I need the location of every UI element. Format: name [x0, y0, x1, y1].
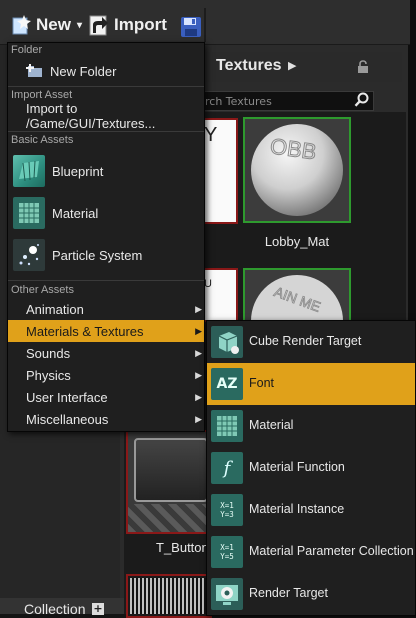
menu-item-label: Material	[52, 206, 99, 221]
breadcrumb-chevron-icon[interactable]: ▶	[288, 59, 296, 72]
menu-item-label: Particle System	[52, 248, 143, 263]
menu-item-material-function[interactable]: f Material Function	[207, 447, 415, 489]
menu-item-label: Miscellaneous	[26, 411, 109, 427]
material-instance-icon: X=1 Y=3	[211, 494, 243, 526]
asset-tile-label: Lobby_Mat	[243, 234, 351, 252]
menu-item-material[interactable]: Material	[207, 405, 415, 447]
menu-item-particle-system[interactable]: Particle System	[8, 236, 204, 274]
menu-item-physics[interactable]: Physics ▶	[8, 364, 204, 386]
add-collection-icon[interactable]: +	[92, 603, 104, 615]
material-sphere-preview: OBB	[245, 119, 349, 221]
menu-item-label: Font	[249, 376, 275, 390]
asset-thumbnail-font[interactable]	[126, 574, 212, 618]
menu-item-label: Material Function	[249, 460, 345, 474]
menu-item-new-folder[interactable]: New Folder	[8, 60, 204, 82]
materials-textures-submenu: Cube Render Target AZ Font Material f Ma…	[206, 320, 416, 616]
asset-tile-label: T_Button	[126, 540, 209, 558]
section-header-basic-assets: Basic Assets	[11, 134, 74, 146]
toolbar-divider	[204, 8, 206, 42]
submenu-arrow-icon: ▶	[195, 392, 202, 402]
menu-item-label: Blueprint	[52, 164, 104, 179]
new-button[interactable]: New ▾	[10, 12, 82, 38]
material-function-glyph: f	[223, 457, 231, 479]
asset-label-t-button: T_Button	[156, 540, 209, 555]
save-icon	[181, 17, 201, 37]
import-button-label: Import	[114, 15, 167, 34]
search-icon[interactable]	[354, 92, 370, 108]
new-asset-icon	[12, 15, 31, 35]
menu-item-label: New Folder	[50, 63, 117, 79]
menu-item-miscellaneous[interactable]: Miscellaneous ▶	[8, 408, 204, 430]
material-icon	[13, 197, 45, 229]
menu-item-label: Render Target	[249, 586, 328, 600]
new-button-label: New	[36, 15, 71, 34]
menu-item-material-parameter-collection[interactable]: X=1 Y=5 Material Parameter Collection	[207, 531, 415, 573]
menu-item-label: Sounds	[26, 345, 71, 361]
menu-item-material[interactable]: Material	[8, 194, 204, 232]
material-parameter-glyph: X=1 Y=5	[220, 543, 234, 561]
submenu-arrow-icon: ▶	[195, 414, 202, 424]
breadcrumb-folder[interactable]: Textures	[216, 57, 282, 75]
menu-item-label: Material	[249, 418, 294, 432]
submenu-arrow-icon: ▶	[195, 304, 202, 314]
menu-separator	[8, 131, 204, 132]
menu-item-material-instance[interactable]: X=1 Y=3 Material Instance	[207, 489, 415, 531]
menu-separator	[8, 86, 204, 87]
font-atlas-preview	[130, 578, 208, 614]
collections-label[interactable]: Collection	[24, 601, 85, 617]
import-icon	[89, 15, 108, 36]
particle-system-icon	[13, 239, 45, 271]
menu-item-label: Materials & Textures	[26, 323, 144, 339]
menu-item-blueprint[interactable]: Blueprint	[8, 152, 204, 190]
menu-item-materials-textures[interactable]: Materials & Textures ▶	[8, 320, 204, 342]
submenu-arrow-icon: ▶	[195, 326, 202, 336]
menu-item-user-interface[interactable]: User Interface ▶	[8, 386, 204, 408]
menu-item-label: User Interface	[26, 389, 108, 405]
menu-separator	[8, 280, 204, 281]
section-header-folder: Folder	[11, 44, 43, 56]
asset-thumbnail-material[interactable]: AIN ME	[243, 268, 351, 324]
submenu-arrow-icon: ▶	[195, 348, 202, 358]
button-texture-preview	[134, 438, 208, 502]
menu-item-label: Animation	[26, 301, 84, 317]
font-icon: AZ	[211, 368, 243, 400]
material-function-icon: f	[211, 452, 243, 484]
menu-item-label: Physics	[26, 367, 71, 383]
menu-item-import-to[interactable]: Import to /Game/GUI/Textures...	[8, 101, 204, 131]
import-button[interactable]: Import	[88, 12, 167, 38]
font-icon-glyph: AZ	[216, 376, 238, 392]
chevron-down-icon: ▾	[76, 19, 82, 31]
menu-item-label: Material Instance	[249, 502, 345, 516]
menu-item-sounds[interactable]: Sounds ▶	[8, 342, 204, 364]
submenu-arrow-icon: ▶	[195, 370, 202, 380]
menu-item-cube-render-target[interactable]: Cube Render Target	[207, 321, 415, 363]
render-target-icon	[211, 578, 243, 610]
asset-thumbnail-lobby-mat[interactable]: OBB	[243, 117, 351, 223]
menu-item-animation[interactable]: Animation ▶	[8, 298, 204, 320]
menu-item-render-target[interactable]: Render Target	[207, 573, 415, 615]
material-icon	[211, 410, 243, 442]
search-input[interactable]	[203, 92, 355, 110]
cube-render-target-icon	[211, 326, 243, 358]
section-header-other-assets: Other Assets	[11, 284, 74, 296]
save-all-button[interactable]	[180, 16, 202, 41]
material-parameter-collection-icon: X=1 Y=5	[211, 536, 243, 568]
asset-thumbnail-text: U	[204, 278, 212, 290]
menu-item-label: Cube Render Target	[249, 334, 362, 348]
asset-label-lobby-mat: Lobby_Mat	[264, 234, 330, 249]
lock-icon[interactable]	[356, 60, 370, 74]
new-folder-icon	[26, 64, 42, 77]
material-instance-glyph: X=1 Y=3	[220, 501, 234, 519]
menu-item-label: Import to /Game/GUI/Textures...	[26, 101, 156, 131]
menu-item-label: Material Parameter Collection	[249, 544, 414, 558]
asset-thumbnail-t-button[interactable]	[126, 430, 212, 534]
menu-item-font[interactable]: AZ Font	[207, 363, 415, 405]
asset-thumbnail-text: Y	[204, 124, 218, 146]
blueprint-icon	[13, 155, 45, 187]
search-box	[202, 91, 374, 111]
material-sphere-preview: AIN ME	[251, 275, 343, 322]
checker-pattern	[128, 504, 210, 532]
new-asset-menu: Folder New Folder Import Asset Import to…	[7, 42, 205, 432]
